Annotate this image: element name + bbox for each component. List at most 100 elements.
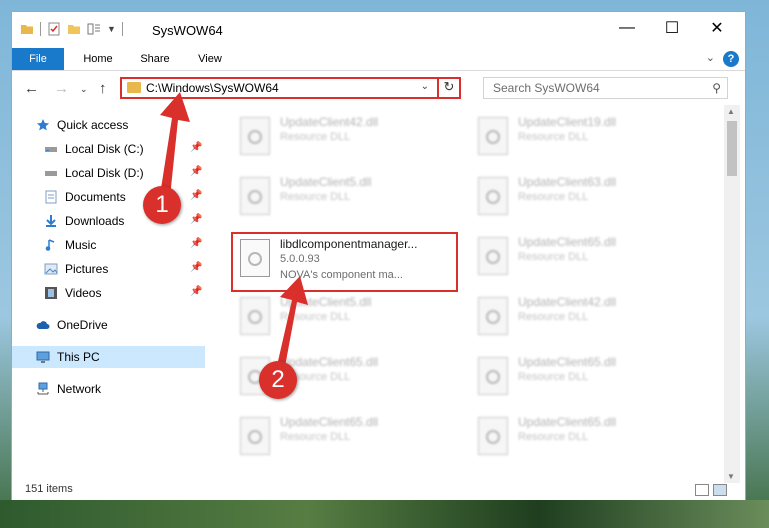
- sidebar-item-label: Videos: [65, 286, 102, 300]
- pictures-icon: [44, 263, 58, 275]
- dll-file-icon: [478, 117, 508, 155]
- file-item[interactable]: UpdateClient5.dll Resource DLL: [232, 171, 462, 227]
- pin-icon[interactable]: 📌: [190, 166, 202, 177]
- file-item[interactable]: UpdateClient42.dll Resource DLL: [232, 111, 462, 167]
- file-item[interactable]: UpdateClient63.dll Resource DLL: [470, 171, 700, 227]
- file-type: Resource DLL: [518, 371, 589, 383]
- file-item[interactable]: UpdateClient65.dll Resource DLL: [470, 411, 700, 467]
- dll-file-icon: [478, 417, 508, 455]
- address-path[interactable]: C:\Windows\SysWOW64: [146, 81, 279, 95]
- file-name: UpdateClient65.dll: [518, 355, 617, 369]
- music-icon: [45, 239, 55, 251]
- step-marker-1: 1: [143, 186, 181, 224]
- file-name: UpdateClient65.dll: [518, 415, 617, 429]
- highlight-box: [231, 232, 458, 292]
- up-icon[interactable]: ↑: [99, 80, 107, 97]
- sidebar-item-videos[interactable]: Videos 📌: [12, 282, 205, 304]
- dll-file-icon: [478, 237, 508, 275]
- ribbon-tabs: File Home Share View ⌄ ?: [12, 48, 745, 71]
- videos-icon: [45, 287, 57, 299]
- recent-locations-icon[interactable]: ⌄: [80, 84, 88, 95]
- sidebar-item-onedrive[interactable]: OneDrive: [12, 314, 205, 336]
- sidebar-item-pictures[interactable]: Pictures 📌: [12, 258, 205, 280]
- properties-icon[interactable]: [47, 22, 61, 36]
- pin-icon[interactable]: 📌: [190, 286, 202, 297]
- navigation-pane: Quick access Local Disk (C:) 📌 Local Dis…: [12, 112, 205, 482]
- sidebar-item-label: Documents: [65, 190, 126, 204]
- sidebar-item-label: Music: [65, 238, 97, 252]
- pin-icon[interactable]: 📌: [190, 190, 202, 201]
- file-type: Resource DLL: [280, 311, 351, 323]
- tab-home[interactable]: Home: [74, 48, 122, 70]
- folder-icon[interactable]: [20, 22, 34, 36]
- tab-share[interactable]: Share: [132, 48, 178, 70]
- file-item[interactable]: UpdateClient65.dll Resource DLL: [470, 231, 700, 287]
- sidebar-item-network[interactable]: Network: [12, 378, 205, 400]
- customize-toolbar-icon[interactable]: [87, 22, 101, 36]
- file-item[interactable]: UpdateClient65.dll Resource DLL: [232, 411, 462, 467]
- pin-icon[interactable]: 📌: [190, 214, 202, 225]
- item-count: 151 items: [25, 483, 73, 495]
- chevron-down-icon[interactable]: ▼: [107, 24, 116, 34]
- forward-icon[interactable]: →: [54, 80, 69, 97]
- address-bar[interactable]: C:\Windows\SysWOW64 ⌄ ↻: [120, 77, 461, 99]
- sidebar-item-label: Local Disk (C:): [65, 142, 144, 156]
- vertical-scrollbar[interactable]: ▲ ▼: [724, 105, 740, 483]
- back-icon[interactable]: ←: [24, 80, 39, 97]
- file-item[interactable]: UpdateClient19.dll Resource DLL: [470, 111, 700, 167]
- explorer-window: ▼ SysWOW64 — ☐ ✕ File Home Share View ⌄ …: [11, 11, 746, 501]
- scroll-up-icon[interactable]: ▲: [727, 107, 735, 116]
- search-input[interactable]: Search SysWOW64 ⚲: [483, 77, 728, 99]
- sidebar-item-label: Pictures: [65, 262, 109, 276]
- file-item[interactable]: UpdateClient65.dll Resource DLL: [470, 351, 700, 407]
- file-item[interactable]: UpdateClient42.dll Resource DLL: [470, 291, 700, 347]
- dll-file-icon: [240, 177, 270, 215]
- sidebar-item-local-disk-d[interactable]: Local Disk (D:) 📌: [12, 162, 205, 184]
- sidebar-item-label: OneDrive: [57, 318, 108, 332]
- file-type: Resource DLL: [280, 431, 351, 443]
- sidebar-item-label: Downloads: [65, 214, 125, 228]
- file-type: Resource DLL: [280, 131, 351, 143]
- details-view-icon[interactable]: [695, 484, 709, 496]
- scrollbar-thumb[interactable]: [727, 121, 737, 176]
- folder-icon: [127, 82, 141, 93]
- address-row: ← → ⌄ ↑ C:\Windows\SysWOW64 ⌄ ↻ Search S…: [12, 71, 745, 105]
- file-name: UpdateClient5.dll: [280, 175, 372, 189]
- sidebar-item-this-pc[interactable]: This PC: [12, 346, 205, 368]
- title-bar: ▼ SysWOW64 — ☐ ✕: [12, 12, 745, 48]
- dll-file-icon: [478, 357, 508, 395]
- file-name: UpdateClient65.dll: [280, 415, 379, 429]
- close-button[interactable]: ✕: [694, 12, 740, 44]
- expand-ribbon-icon[interactable]: ⌄: [706, 51, 715, 64]
- dll-file-icon: [240, 417, 270, 455]
- file-name: UpdateClient63.dll: [518, 175, 617, 189]
- dll-file-icon: [240, 117, 270, 155]
- sidebar-item-music[interactable]: Music 📌: [12, 234, 205, 256]
- documents-icon: [45, 190, 57, 204]
- file-item[interactable]: UpdateClient5.dll Resource DLL: [232, 291, 462, 347]
- file-type: Resource DLL: [518, 191, 589, 203]
- network-icon: [37, 382, 49, 395]
- maximize-button[interactable]: ☐: [649, 12, 695, 44]
- tab-file[interactable]: File: [12, 48, 64, 70]
- sidebar-item-local-disk-c[interactable]: Local Disk (C:) 📌: [12, 138, 205, 160]
- file-name: UpdateClient65.dll: [280, 355, 379, 369]
- dll-file-icon: [240, 297, 270, 335]
- pin-icon[interactable]: 📌: [190, 262, 202, 273]
- search-icon[interactable]: ⚲: [712, 81, 721, 95]
- sidebar-item-quick-access[interactable]: Quick access: [12, 114, 205, 136]
- help-button[interactable]: ?: [723, 51, 739, 67]
- desktop-background: [0, 500, 769, 528]
- new-folder-icon[interactable]: [67, 22, 81, 36]
- drive-icon: [45, 171, 57, 176]
- minimize-button[interactable]: —: [604, 12, 650, 44]
- refresh-icon[interactable]: ↻: [437, 77, 459, 99]
- tab-view[interactable]: View: [188, 48, 232, 70]
- toolbar-divider: [40, 22, 41, 36]
- pin-icon[interactable]: 📌: [190, 142, 202, 153]
- large-icons-view-icon[interactable]: [713, 484, 727, 496]
- file-list: UpdateClient42.dll Resource DLL UpdateCl…: [217, 105, 727, 485]
- chevron-down-icon[interactable]: ⌄: [421, 81, 429, 92]
- search-placeholder: Search SysWOW64: [493, 81, 600, 95]
- pin-icon[interactable]: 📌: [190, 238, 202, 249]
